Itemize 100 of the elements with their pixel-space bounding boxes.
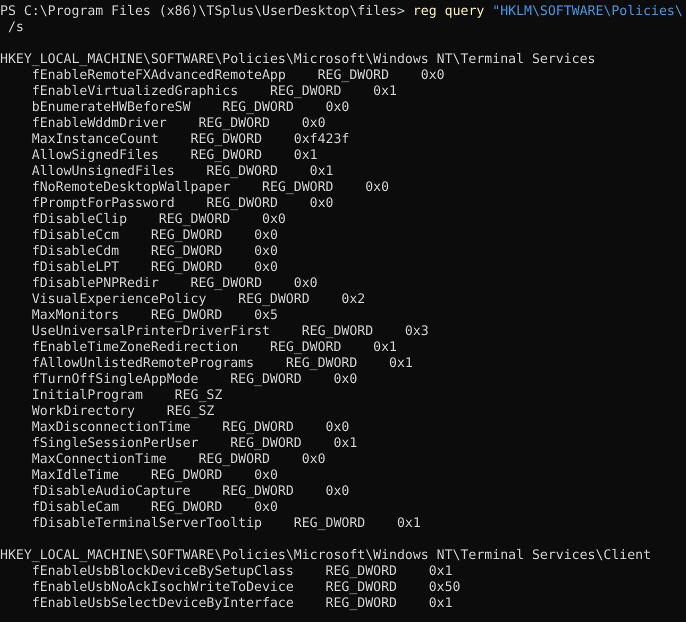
value-name: UseUniversalPrinterDriverFirst — [32, 324, 270, 340]
value-type: REG_DWORD — [150, 468, 222, 484]
value-name: fDisableLPT — [32, 260, 120, 276]
value-data: 0x1 — [373, 340, 397, 356]
command-text: query — [444, 4, 484, 20]
value-name: MaxDisconnectionTime — [32, 420, 191, 436]
value-type: REG_DWORD — [150, 260, 222, 276]
registry-key-path: HKEY_LOCAL_MACHINE\SOFTWARE\Policies\Microsoft\Windows NT\Terminal Services — [0, 52, 596, 68]
value-type: REG_DWORD — [222, 100, 294, 116]
value-data: 0x0 — [254, 228, 278, 244]
value-type: REG_DWORD — [150, 500, 222, 516]
value-name: fDisableAudioCapture — [32, 484, 191, 500]
value-type: REG_DWORD — [198, 452, 270, 468]
value-data: 0x0 — [254, 500, 278, 516]
value-type: REG_DWORD — [190, 148, 262, 164]
value-data: 0x0 — [302, 116, 326, 132]
value-name: fDisableTerminalServerTooltip — [32, 516, 262, 532]
value-type: REG_DWORD — [198, 116, 270, 132]
value-name: fEnableRemoteFXAdvancedRemoteApp — [32, 68, 286, 84]
value-name: MaxInstanceCount — [32, 132, 159, 148]
value-name: AllowUnsignedFiles — [32, 164, 175, 180]
command-argument: "HKLM\SOFTWARE\Policies\ — [492, 4, 683, 20]
value-name: fSingleSessionPerUser — [32, 436, 198, 452]
value-type: REG_SZ — [166, 404, 214, 420]
value-data: 0x0 — [310, 196, 334, 212]
value-data: 0x0 — [254, 260, 278, 276]
value-type: REG_DWORD — [294, 516, 366, 532]
value-name: fNoRemoteDesktopWallpaper — [32, 180, 230, 196]
prompt-text: PS C:\Program Files (x86)\TSplus\UserDesktop\files> — [0, 4, 405, 20]
value-name: fDisableClip — [32, 212, 128, 228]
value-type: REG_DWORD — [262, 180, 334, 196]
value-name: InitialProgram — [32, 388, 143, 404]
value-data: 0x0 — [302, 452, 326, 468]
value-type: REG_DWORD — [150, 244, 222, 260]
value-type: REG_DWORD — [286, 356, 358, 372]
value-data: 0x50 — [428, 580, 460, 596]
value-type: REG_DWORD — [326, 580, 397, 596]
value-name: fDisableCcm — [32, 228, 120, 244]
value-type: REG_DWORD — [238, 292, 310, 308]
value-name: VisualExperiencePolicy — [32, 292, 206, 308]
value-data: 0x1 — [294, 148, 318, 164]
value-name: fEnableWddmDriver — [32, 116, 167, 132]
value-name: fDisableCam — [32, 500, 120, 516]
value-name: fDisablePNPRedir — [32, 276, 159, 292]
command-text: reg — [412, 4, 437, 20]
value-data: 0x1 — [396, 516, 421, 532]
value-type: REG_DWORD — [230, 372, 302, 388]
value-type: REG_DWORD — [150, 308, 222, 324]
value-data: 0x1 — [389, 356, 413, 372]
value-type: REG_DWORD — [326, 564, 397, 580]
value-type: REG_DWORD — [222, 484, 294, 500]
value-data: 0x0 — [262, 212, 286, 228]
value-data: 0x0 — [326, 420, 350, 436]
value-data: 0x0 — [294, 276, 318, 292]
value-name: fAllowUnlistedRemotePrograms — [32, 356, 254, 372]
value-type: REG_DWORD — [206, 196, 278, 212]
value-type: REG_DWORD — [230, 436, 302, 452]
value-name: fEnableUsbNoAckIsochWriteToDevice — [32, 580, 294, 596]
value-data: 0x0 — [420, 68, 445, 84]
value-type: REG_DWORD — [302, 324, 374, 340]
value-data: 0x1 — [373, 84, 397, 100]
value-name: MaxConnectionTime — [32, 452, 167, 468]
value-name: fDisableCdm — [32, 244, 120, 260]
registry-key-path: HKEY_LOCAL_MACHINE\SOFTWARE\Policies\Microsoft\Windows NT\Terminal Services\Client — [0, 548, 652, 564]
value-type: REG_DWORD — [158, 212, 230, 228]
value-data: 0x1 — [310, 164, 334, 180]
value-data: 0x0 — [254, 468, 278, 484]
value-name: fEnableUsbSelectDeviceByInterface — [32, 596, 294, 612]
value-data: 0x0 — [365, 180, 390, 196]
value-type: REG_DWORD — [326, 596, 397, 612]
value-type: REG_DWORD — [270, 84, 342, 100]
value-name: fEnableTimeZoneRedirection — [32, 340, 238, 356]
value-data: 0x0 — [254, 244, 278, 260]
value-data: 0x1 — [428, 564, 453, 580]
value-name: fEnableUsbBlockDeviceBySetupClass — [32, 564, 294, 580]
value-data: 0x1 — [333, 436, 358, 452]
value-type: REG_DWORD — [206, 164, 278, 180]
command-argument: /s — [8, 20, 24, 36]
value-name: fPromptForPassword — [32, 196, 175, 212]
value-data: 0x0 — [333, 372, 358, 388]
value-data: 0x3 — [404, 324, 429, 340]
value-type: REG_DWORD — [318, 68, 390, 84]
value-type: REG_DWORD — [190, 276, 262, 292]
value-data: 0x0 — [326, 100, 350, 116]
value-name: fEnableVirtualizedGraphics — [32, 84, 238, 100]
value-name: MaxIdleTime — [32, 468, 120, 484]
value-name: bEnumerateHWBeforeSW — [32, 100, 191, 116]
value-name: AllowSignedFiles — [32, 148, 159, 164]
value-data: 0x2 — [341, 292, 366, 308]
value-type: REG_DWORD — [222, 420, 294, 436]
value-name: fTurnOffSingleAppMode — [32, 372, 198, 388]
value-type: REG_DWORD — [270, 340, 342, 356]
value-data: 0xf423f — [294, 132, 350, 148]
value-type: REG_DWORD — [190, 132, 262, 148]
value-type: REG_SZ — [174, 388, 222, 404]
value-name: MaxMonitors — [32, 308, 120, 324]
value-data: 0x1 — [428, 596, 453, 612]
value-type: REG_DWORD — [150, 228, 222, 244]
value-data: 0x0 — [326, 484, 350, 500]
value-name: WorkDirectory — [32, 404, 135, 420]
